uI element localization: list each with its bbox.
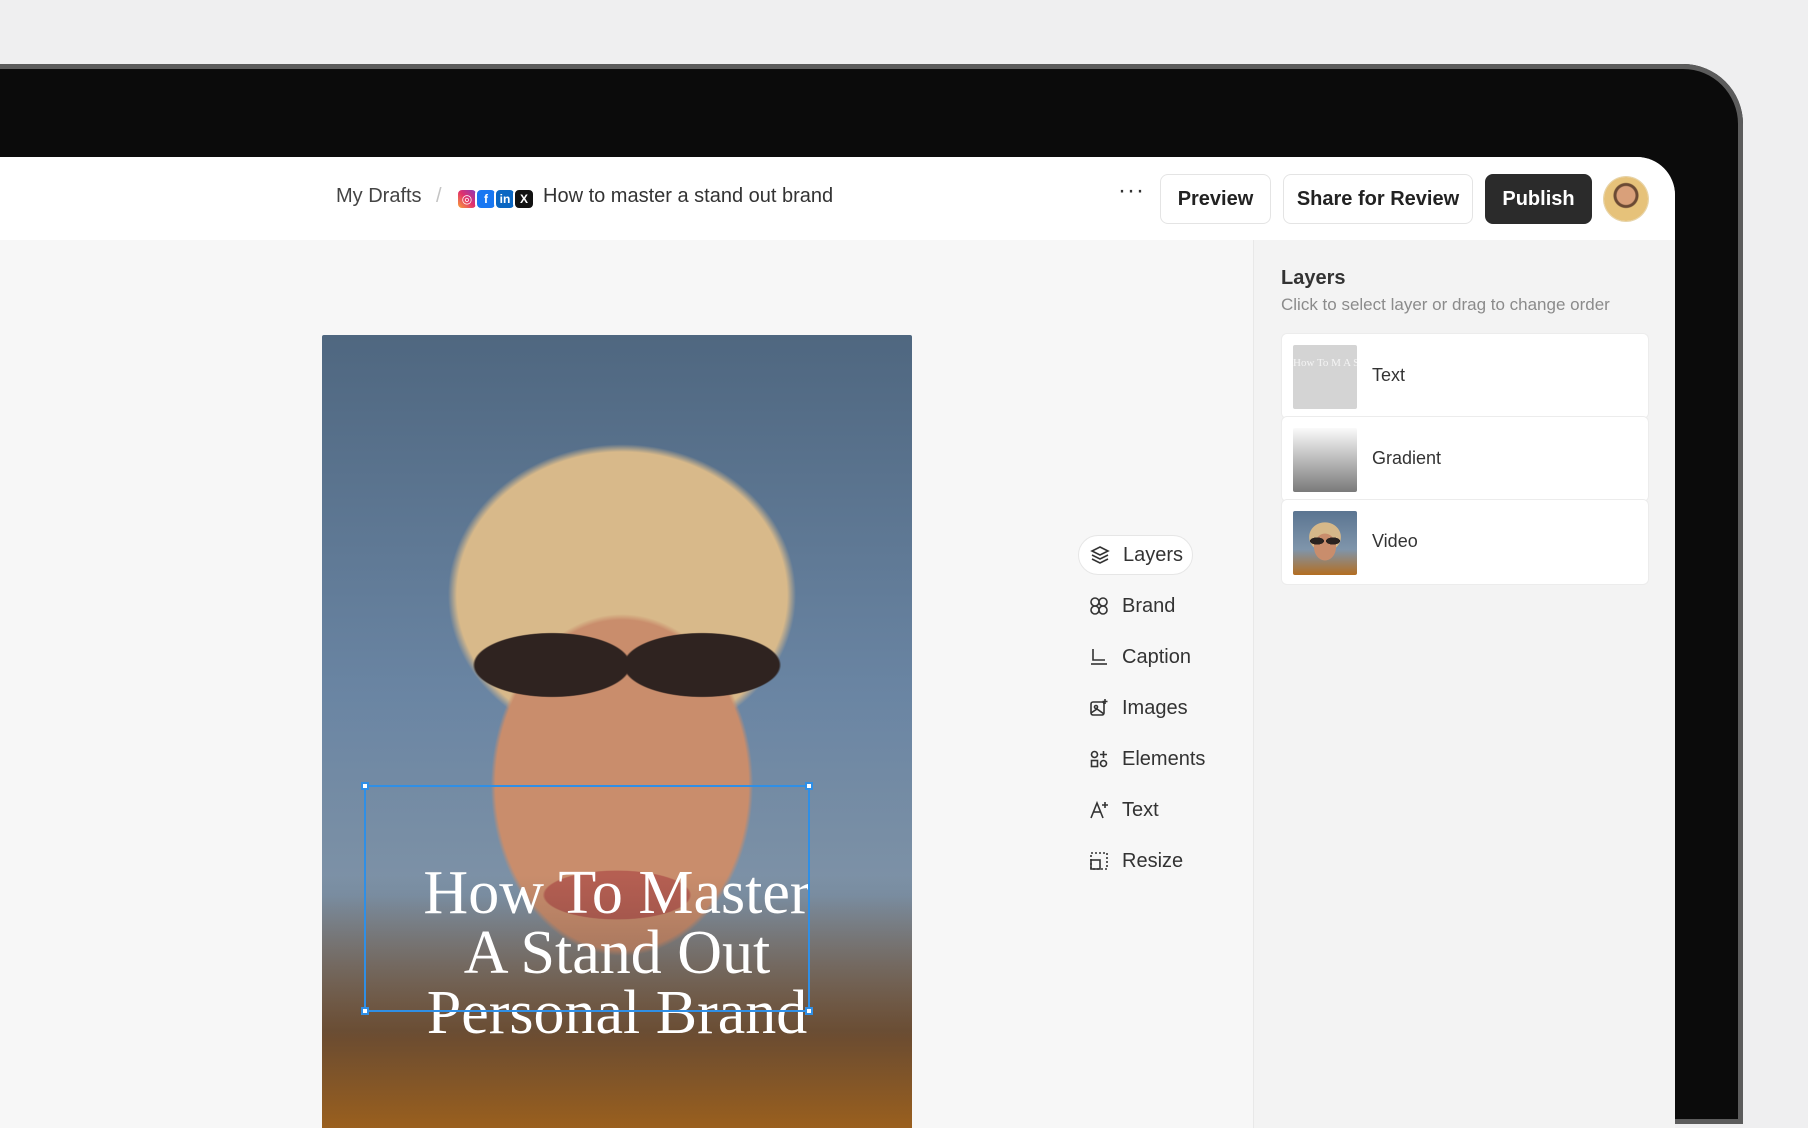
tool-label: Brand <box>1122 594 1176 617</box>
tool-label: Layers <box>1123 543 1184 566</box>
resize-handle-bottom-left[interactable] <box>361 1007 369 1015</box>
app-screen: My Drafts / ◎ f in X How to master a sta… <box>0 157 1675 1128</box>
tool-caption[interactable]: Caption <box>1078 637 1228 677</box>
document-title[interactable]: How to master a stand out brand <box>543 185 833 208</box>
layer-item-text[interactable]: How To M A Stand O Personal B Text <box>1281 333 1649 419</box>
layer-label: Video <box>1372 531 1418 551</box>
more-options-button[interactable]: ··· <box>1118 177 1145 205</box>
preview-button[interactable]: Preview <box>1160 174 1271 224</box>
resize-handle-bottom-right[interactable] <box>805 1007 813 1015</box>
tool-text[interactable]: Text <box>1078 790 1228 830</box>
panel-subtitle: Click to select layer or drag to change … <box>1281 295 1610 314</box>
layer-thumbnail <box>1293 511 1357 575</box>
images-icon <box>1088 697 1110 719</box>
tool-label: Elements <box>1122 747 1206 770</box>
tool-resize[interactable]: Resize <box>1078 841 1228 881</box>
resize-icon <box>1088 850 1110 872</box>
layer-item-video[interactable]: Video <box>1281 499 1649 585</box>
tool-images[interactable]: Images <box>1078 688 1228 728</box>
tool-elements[interactable]: Elements <box>1078 739 1228 779</box>
caption-icon <box>1088 646 1110 668</box>
layers-panel: Layers Click to select layer or drag to … <box>1253 240 1675 1128</box>
tool-label: Resize <box>1122 849 1184 872</box>
tool-label: Text <box>1122 798 1159 821</box>
layer-item-gradient[interactable]: Gradient <box>1281 416 1649 502</box>
avatar[interactable] <box>1604 177 1648 221</box>
text-icon <box>1088 799 1110 821</box>
resize-handle-top-right[interactable] <box>805 782 813 790</box>
elements-icon <box>1088 748 1110 770</box>
layers-icon <box>1089 544 1111 566</box>
tool-label: Images <box>1122 696 1188 719</box>
share-for-review-button[interactable]: Share for Review <box>1283 174 1473 224</box>
top-bar: My Drafts / ◎ f in X How to master a sta… <box>0 157 1675 240</box>
breadcrumb-separator: / <box>436 185 442 207</box>
selection-box[interactable] <box>361 782 813 1015</box>
brand-icon <box>1088 595 1110 617</box>
tool-brand[interactable]: Brand <box>1078 586 1228 626</box>
layer-thumbnail <box>1293 428 1357 492</box>
resize-handle-top-left[interactable] <box>361 782 369 790</box>
social-channels: ◎ f in X <box>456 188 535 210</box>
layer-thumbnail: How To M A Stand O Personal B <box>1293 345 1357 409</box>
publish-button[interactable]: Publish <box>1485 174 1592 224</box>
tool-layers[interactable]: Layers <box>1078 535 1193 575</box>
tool-label: Caption <box>1122 645 1191 668</box>
panel-title: Layers <box>1281 267 1346 289</box>
device-frame: My Drafts / ◎ f in X How to master a sta… <box>0 64 1743 1128</box>
layer-label: Gradient <box>1372 448 1442 468</box>
tool-menu: Layers Brand Caption Images Elements Tex… <box>1078 535 1228 892</box>
layer-label: Text <box>1372 365 1406 385</box>
breadcrumb-my-drafts[interactable]: My Drafts <box>336 185 422 208</box>
x-icon: X <box>513 188 535 210</box>
